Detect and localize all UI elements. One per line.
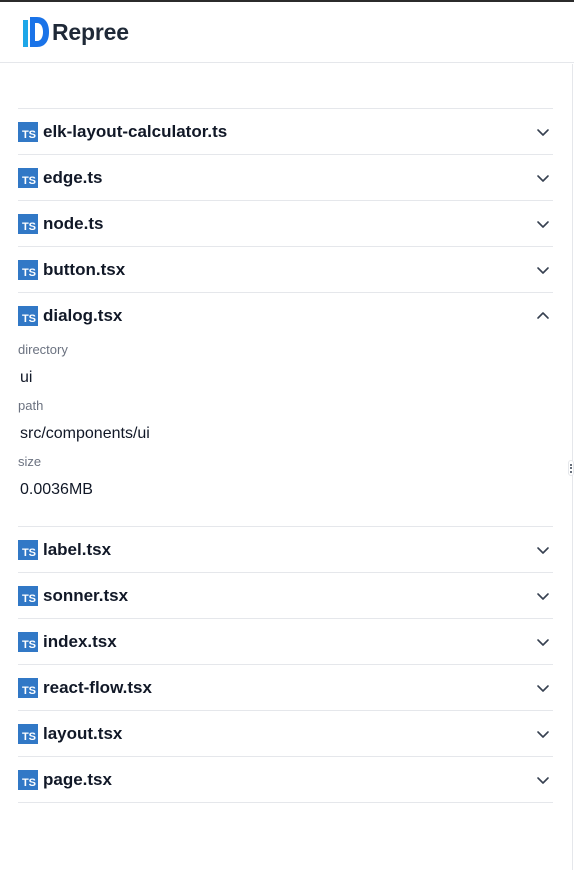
detail-value: 0.0036MB <box>20 481 93 498</box>
chevron-up-icon[interactable] <box>536 309 550 323</box>
detail-label: path <box>18 398 44 413</box>
file-name: elk-layout-calculator.ts <box>43 121 228 141</box>
file-accordion-trigger[interactable]: TS elk-layout-calculator.ts <box>18 109 553 154</box>
typescript-file-icon: TS <box>18 769 38 790</box>
file-name: layout.tsx <box>43 723 123 743</box>
chevron-down-icon[interactable] <box>536 681 550 695</box>
file-accordion-trigger[interactable]: TS dialog.tsx <box>18 293 553 338</box>
file-accordion-trigger[interactable]: TS label.tsx <box>18 527 553 572</box>
file-accordion-trigger[interactable]: TS button.tsx <box>18 247 553 292</box>
typescript-file-icon: TS <box>18 213 38 234</box>
typescript-file-icon: TS <box>18 723 38 744</box>
file-accordion-item: TS index.tsx <box>18 619 553 665</box>
typescript-file-icon: TS <box>18 305 38 326</box>
repree-logo-icon[interactable] <box>23 17 49 47</box>
chevron-down-icon[interactable] <box>536 543 550 557</box>
file-name: button.tsx <box>43 259 126 279</box>
file-accordion-item: TS label.tsx <box>18 527 553 573</box>
file-accordion-trigger[interactable]: TS layout.tsx <box>18 711 553 756</box>
detail-value: ui <box>20 369 33 386</box>
file-accordion-trigger[interactable]: TS index.tsx <box>18 619 553 664</box>
chevron-down-icon[interactable] <box>536 217 550 231</box>
chevron-down-icon[interactable] <box>536 263 550 277</box>
typescript-file-icon: TS <box>18 585 38 606</box>
app-header: Repree <box>0 2 574 63</box>
brand-name[interactable]: Repree <box>52 19 129 46</box>
chevron-down-icon[interactable] <box>536 727 550 741</box>
file-accordion-trigger[interactable]: TS edge.ts <box>18 155 553 200</box>
file-accordion-item: TS elk-layout-calculator.ts <box>18 109 553 155</box>
file-name: page.tsx <box>43 769 112 789</box>
chevron-down-icon[interactable] <box>536 589 550 603</box>
typescript-file-icon: TS <box>18 539 38 560</box>
detail-label: directory <box>18 342 68 357</box>
file-accordion-item: TS layout.tsx <box>18 711 553 757</box>
detail-value: src/components/ui <box>20 425 150 442</box>
typescript-file-icon: TS <box>18 677 38 698</box>
file-name: node.ts <box>43 213 104 233</box>
file-accordion-trigger[interactable]: TS page.tsx <box>18 757 553 802</box>
file-name: sonner.tsx <box>43 585 129 605</box>
file-accordion-item: TS dialog.tsx directory ui path src/component… <box>18 293 553 527</box>
typescript-file-icon: TS <box>18 259 38 280</box>
file-accordion-trigger[interactable]: TS sonner.tsx <box>18 573 553 618</box>
file-accordion-list: TS elk-layout-calculator.ts TS edge.ts TS nod… <box>18 108 553 803</box>
typescript-file-icon: TS <box>18 121 38 142</box>
file-name: edge.ts <box>43 167 103 187</box>
chevron-down-icon[interactable] <box>536 171 550 185</box>
file-name: react-flow.tsx <box>43 677 152 697</box>
file-accordion-trigger[interactable]: TS react-flow.tsx <box>18 665 553 710</box>
resize-handle[interactable] <box>568 460 574 476</box>
file-name: index.tsx <box>43 631 117 651</box>
chevron-down-icon[interactable] <box>536 773 550 787</box>
file-accordion-item: TS page.tsx <box>18 757 553 803</box>
file-accordion-item: TS button.tsx <box>18 247 553 293</box>
typescript-file-icon: TS <box>18 167 38 188</box>
file-accordion-item: TS node.ts <box>18 201 553 247</box>
chevron-down-icon[interactable] <box>536 125 550 139</box>
file-accordion-item: TS react-flow.tsx <box>18 665 553 711</box>
file-accordion-item: TS sonner.tsx <box>18 573 553 619</box>
file-details-panel: directory ui path src/components/ui size 0.00… <box>18 338 553 526</box>
file-accordion-trigger[interactable]: TS node.ts <box>18 201 553 246</box>
file-name: dialog.tsx <box>43 305 123 325</box>
file-accordion-item: TS edge.ts <box>18 155 553 201</box>
typescript-file-icon: TS <box>18 631 38 652</box>
file-name: label.tsx <box>43 539 112 559</box>
detail-label: size <box>18 454 42 469</box>
chevron-down-icon[interactable] <box>536 635 550 649</box>
